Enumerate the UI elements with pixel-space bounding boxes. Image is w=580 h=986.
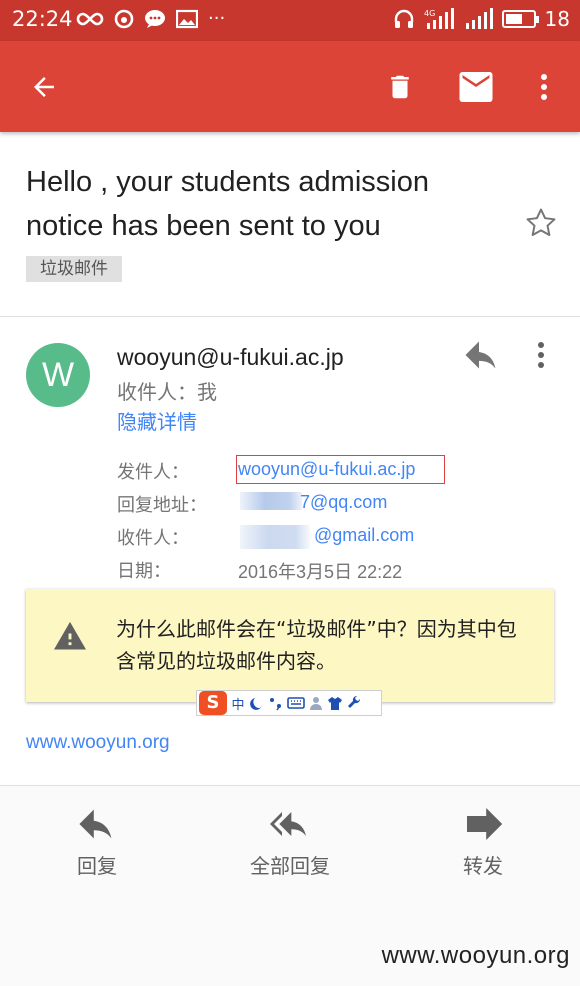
delete-button[interactable] [380, 67, 420, 107]
star-outline-icon [526, 208, 556, 237]
detail-from-label: 发件人： [117, 462, 189, 483]
forward-action[interactable]: 转发 [413, 808, 553, 879]
detail-reply-to-label: 回复地址： [117, 495, 207, 516]
user-icon[interactable] [308, 695, 324, 711]
redaction-blur [240, 525, 310, 549]
more-vert-icon [541, 74, 547, 100]
detail-from-value[interactable]: wooyun@u-fukui.ac.jp [238, 459, 415, 480]
status-bar: 22:24 ··· 4G 18 [0, 0, 580, 41]
sender-avatar[interactable]: W [26, 343, 90, 407]
mark-unread-button[interactable] [456, 67, 496, 107]
more-notifications-icon: ··· [208, 8, 226, 29]
app-bar [0, 41, 580, 132]
arrow-back-icon [34, 77, 54, 97]
network-type-label: 4G [424, 9, 435, 18]
battery-text: 18 [544, 7, 570, 31]
infinity-icon [76, 12, 104, 26]
redaction-blur [240, 492, 302, 510]
message-more-button[interactable] [536, 340, 560, 374]
reply-button[interactable] [464, 340, 504, 374]
signal-4g-icon: 4G [424, 8, 454, 29]
reply-all-action[interactable]: 全部回复 [220, 808, 360, 879]
forward-label: 转发 [463, 854, 503, 878]
sogou-logo-icon[interactable]: S [199, 691, 227, 715]
reply-all-icon [270, 812, 306, 836]
spam-warning-card: 为什么此邮件会在“垃圾邮件”中？因为其中包含常见的垃圾邮件内容。 [26, 589, 554, 702]
image-icon [176, 9, 198, 29]
battery-level-fill [505, 14, 522, 24]
email-subject: Hello , your students admission notice h… [26, 166, 429, 242]
detail-date-value: 2016年3月5日 22:22 [238, 562, 403, 582]
reply-all-label: 全部回复 [250, 854, 330, 878]
reply-label: 回复 [77, 854, 117, 878]
reply-action[interactable]: 回复 [27, 808, 167, 879]
weibo-icon [114, 9, 134, 29]
punctuation-icon[interactable] [268, 695, 284, 711]
warning-icon [54, 621, 86, 650]
mail-icon [459, 72, 493, 102]
status-time: 22:24 [12, 7, 73, 31]
spam-warning-text: 为什么此邮件会在“垃圾邮件”中？因为其中包含常见的垃圾邮件内容。 [116, 617, 517, 673]
detail-date-label: 日期： [117, 561, 171, 582]
detail-to-value[interactable]: @gmail.com [314, 525, 414, 546]
spam-label-chip[interactable]: 垃圾邮件 [26, 256, 122, 282]
detail-to-label: 收件人： [117, 528, 189, 549]
headphones-icon [394, 9, 413, 28]
sender-name[interactable]: wooyun@u-fukui.ac.jp [117, 344, 344, 371]
wrench-icon[interactable] [346, 695, 362, 711]
status-system-icons: 4G 18 [393, 7, 570, 31]
reply-icon [465, 341, 496, 369]
detail-reply-to-value[interactable]: 7@qq.com [300, 492, 387, 513]
ime-mode-toggle[interactable]: 中 [230, 694, 246, 713]
overflow-menu-button[interactable] [524, 67, 564, 107]
battery-icon [501, 10, 539, 28]
recipient-summary: 收件人：我 [117, 380, 217, 404]
ime-toolbar: S 中 [196, 690, 382, 716]
trash-icon [391, 75, 409, 99]
more-vert-icon [538, 342, 544, 368]
chat-bubble-icon [145, 10, 165, 28]
status-notification-icons: ··· [76, 8, 225, 30]
signal-icon [465, 8, 493, 29]
hide-details-link[interactable]: 隐藏详情 [117, 406, 197, 435]
forward-icon [467, 808, 503, 840]
back-button[interactable] [24, 67, 64, 107]
body-link[interactable]: www.wooyun.org [26, 732, 170, 754]
reply-icon [79, 809, 112, 839]
skin-icon[interactable] [327, 695, 343, 711]
moon-icon[interactable] [249, 695, 265, 711]
keyboard-icon[interactable] [287, 696, 305, 710]
watermark: www.wooyun.org [381, 942, 570, 969]
divider [0, 316, 580, 317]
star-button[interactable] [524, 206, 558, 240]
